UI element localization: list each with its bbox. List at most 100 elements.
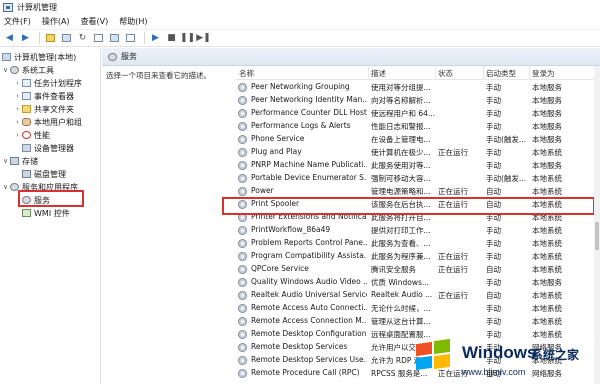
service-gear-icon — [238, 304, 247, 313]
column-header-startup-type[interactable]: 启动类型 — [486, 68, 516, 79]
service-logon-cell: 本地服务 — [532, 135, 562, 144]
service-gear-icon — [238, 174, 247, 183]
table-row[interactable]: Remote Access Auto Connecti... 无论什么时候，...… — [235, 302, 595, 315]
service-gear-icon — [238, 135, 247, 144]
menu-file[interactable]: 文件(F) — [4, 16, 31, 27]
tree-item-performance[interactable]: › 性能 — [14, 129, 50, 141]
table-row[interactable]: Remote Access Connection M... 管理从这台计算... 手… — [235, 315, 595, 328]
menu-help[interactable]: 帮助(H) — [119, 16, 147, 27]
table-row[interactable]: PNRP Machine Name Publicati... 此服务使用对等...… — [235, 159, 595, 172]
service-status-cell: 正在运行 — [438, 148, 468, 157]
column-header-description[interactable]: 描述 — [371, 68, 386, 79]
service-startup-cell: 手动(触发... — [486, 174, 527, 183]
column-header-status[interactable]: 状态 — [438, 68, 453, 79]
service-name-cell: Peer Networking Identity Man... — [251, 95, 367, 104]
pause-icon[interactable]: ❚❚ — [180, 32, 195, 45]
table-row[interactable]: Portable Device Enumerator S... 强制可移动大容..… — [235, 172, 595, 185]
service-startup-cell: 手动 — [486, 122, 501, 131]
tree-item-wmi[interactable]: WMI 控件 — [22, 207, 70, 219]
table-row[interactable]: Peer Networking Identity Man... 向对等名称解析..… — [235, 94, 595, 107]
table-row[interactable]: Phone Service 在设备上管理电... 手动(触发... 本地服务 — [235, 133, 595, 146]
tree-item-disk-management[interactable]: 磁盘管理 — [22, 168, 66, 180]
restart-icon[interactable]: ▶❚ — [196, 32, 210, 45]
scrollbar-thumb[interactable] — [595, 222, 599, 250]
services-highlight-box — [18, 190, 84, 207]
menu-view[interactable]: 查看(V) — [81, 16, 109, 27]
forward-arrow-icon[interactable]: ▶ — [19, 32, 32, 45]
chevron-right-icon[interactable]: › — [14, 92, 21, 100]
column-divider[interactable] — [529, 66, 530, 80]
service-desc-cell: 使计算机在极少... — [371, 148, 431, 157]
tree-label: 任务计划程序 — [34, 78, 82, 88]
chevron-right-icon[interactable]: › — [14, 79, 21, 87]
column-header-log-on-as[interactable]: 登录为 — [532, 68, 555, 79]
watermark-url: www.bjjmlv.com — [462, 367, 526, 377]
service-name-cell: Portable Device Enumerator S... — [251, 173, 367, 182]
service-gear-icon — [238, 317, 247, 326]
tree-item-system-tools[interactable]: ∨ 系统工具 — [2, 64, 54, 76]
column-divider[interactable] — [368, 66, 369, 80]
chevron-down-icon[interactable]: ∨ — [2, 183, 9, 191]
help-icon[interactable] — [108, 32, 121, 45]
service-gear-icon — [238, 122, 247, 131]
table-row[interactable]: QPCore Service 腾讯安全服务 正在运行 自动 本地系统 — [235, 263, 595, 276]
table-row[interactable]: Performance Logs & Alerts 性能日志和警报... 手动 本地服… — [235, 120, 595, 133]
column-divider[interactable] — [483, 66, 484, 80]
service-status-cell: 正在运行 — [438, 265, 468, 274]
play-icon[interactable]: ▶ — [149, 32, 162, 45]
properties-icon[interactable] — [124, 32, 137, 45]
service-gear-icon — [238, 226, 247, 235]
service-name-cell: QPCore Service — [251, 264, 309, 273]
tree-item-shared-folders[interactable]: › 共享文件夹 — [14, 103, 74, 115]
service-name-cell: Performance Logs & Alerts — [251, 121, 351, 130]
chevron-right-icon[interactable]: › — [14, 105, 21, 113]
chevron-right-icon[interactable]: › — [14, 131, 21, 139]
service-logon-cell: 本地服务 — [532, 278, 562, 287]
table-row[interactable]: Realtek Audio Universal Service Realtek A… — [235, 289, 595, 302]
back-arrow-icon[interactable]: ◀ — [3, 32, 16, 45]
service-gear-icon — [238, 278, 247, 287]
service-name-cell: PNRP Machine Name Publicati... — [251, 160, 367, 169]
windows-logo-icon — [414, 337, 452, 371]
service-logon-cell: 本地系统 — [532, 239, 562, 248]
description-pane: 选择一个项目来查看它的描述。 — [102, 66, 234, 384]
service-name-cell: Remote Access Connection M... — [251, 316, 367, 325]
table-row[interactable]: PrintWorkflow_86a49 提供对打印工作... 手动 本地系统 — [235, 224, 595, 237]
tree-item-local-users[interactable]: › 本地用户和组 — [14, 116, 82, 128]
column-divider[interactable] — [435, 66, 436, 80]
table-row[interactable]: Program Compatibility Assista... 此服务为程序兼.… — [235, 250, 595, 263]
wmi-icon — [22, 209, 31, 217]
service-desc-cell: 无论什么时候，... — [371, 304, 431, 313]
menu-action[interactable]: 操作(A) — [42, 16, 70, 27]
chevron-down-icon[interactable]: ∨ — [2, 157, 9, 165]
service-logon-cell: 本地系统 — [532, 174, 562, 183]
chevron-right-icon[interactable]: › — [14, 118, 21, 126]
service-gear-icon — [238, 252, 247, 261]
column-header-name[interactable]: 名称 — [239, 68, 254, 79]
chevron-down-icon[interactable]: ∨ — [2, 66, 9, 74]
folder-icon — [22, 105, 31, 113]
tree-item-task-scheduler[interactable]: › 任务计划程序 — [14, 77, 82, 89]
up-folder-icon[interactable] — [44, 32, 57, 45]
refresh-icon[interactable]: ↻ — [76, 32, 89, 45]
service-desc-cell: 提供对打印工作... — [371, 226, 431, 235]
service-status-cell: 正在运行 — [438, 252, 468, 261]
tree-item-root[interactable]: 计算机管理(本地) — [2, 51, 76, 63]
print-spooler-highlight-box — [222, 197, 595, 215]
table-row[interactable]: Plug and Play 使计算机在极少... 正在运行 手动 本地系统 — [235, 146, 595, 159]
service-startup-cell: 手动 — [486, 239, 501, 248]
tree-item-device-manager[interactable]: 设备管理器 — [22, 142, 74, 154]
tree-item-storage[interactable]: ∨ 存储 — [2, 155, 38, 167]
export-icon[interactable] — [92, 32, 105, 45]
table-row[interactable]: Peer Networking Grouping 使用对等分组提... 手动 本地服务 — [235, 81, 595, 94]
console-tree-icon[interactable] — [60, 32, 73, 45]
stop-icon[interactable]: ■ — [165, 32, 178, 45]
table-row[interactable]: Problem Reports Control Pane... 此服务为查看、..… — [235, 237, 595, 250]
service-gear-icon — [238, 148, 247, 157]
tree-item-event-viewer[interactable]: › 事件查看器 — [14, 90, 74, 102]
table-row[interactable]: Quality Windows Audio Video ... 优质 Window… — [235, 276, 595, 289]
service-name-cell: Power — [251, 186, 274, 195]
table-row[interactable]: Performance Counter DLL Host 使远程用户和 64...… — [235, 107, 595, 120]
computer-icon — [2, 53, 11, 61]
service-desc-cell: 使远程用户和 64... — [371, 109, 435, 118]
